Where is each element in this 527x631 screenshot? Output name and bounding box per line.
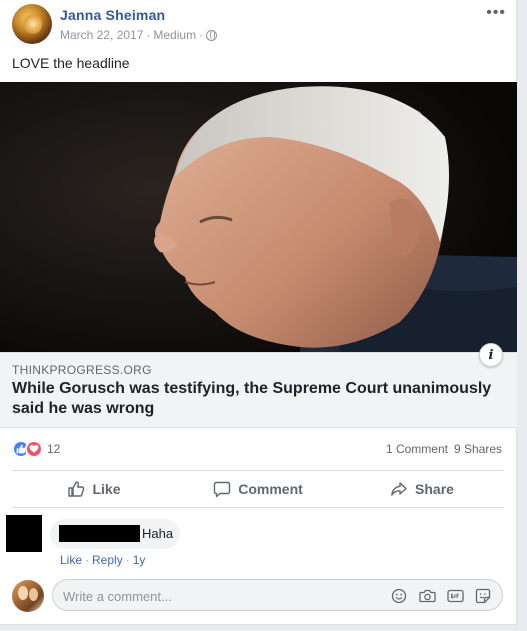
comment-timestamp[interactable]: 1y: [133, 553, 146, 567]
comment-icon: [214, 481, 231, 498]
post-stats: 1 Comment 9 Shares: [386, 442, 502, 456]
comment-actions: Like · Reply · 1y: [60, 553, 145, 567]
more-icon[interactable]: •••: [486, 4, 506, 22]
sticker-icon[interactable]: [474, 587, 492, 605]
share-label: Share: [415, 481, 454, 497]
info-icon[interactable]: i: [479, 343, 503, 367]
comment-separator: ·: [85, 553, 90, 567]
comment-button[interactable]: Comment: [176, 471, 340, 507]
post-meta: March 22, 2017 · Medium ·: [60, 28, 218, 42]
emoji-icon[interactable]: [390, 587, 408, 605]
comment-input[interactable]: [63, 586, 383, 606]
link-preview-info[interactable]: THINKPROGRESS.ORG While Gorusch was test…: [0, 343, 517, 428]
share-button[interactable]: Share: [340, 471, 504, 507]
share-count[interactable]: 9 Shares: [454, 442, 502, 456]
love-reaction-icon: [25, 440, 43, 458]
post-card: Janna Sheiman March 22, 2017 · Medium · …: [0, 0, 517, 625]
comment-reply-link[interactable]: Reply: [92, 553, 123, 567]
comment-bubble: Haha: [50, 519, 180, 549]
reaction-summary[interactable]: 12: [12, 440, 60, 458]
reaction-count[interactable]: 12: [47, 442, 60, 456]
action-bar: Like Comment Share: [12, 470, 504, 508]
link-domain: THINKPROGRESS.ORG: [12, 363, 152, 377]
meta-separator: ·: [199, 28, 204, 42]
portrait-photo: [0, 82, 517, 352]
gif-icon[interactable]: [446, 587, 464, 605]
like-label: Like: [92, 481, 121, 497]
post-header: Janna Sheiman March 22, 2017 · Medium · …: [12, 4, 506, 48]
comment-label: Comment: [238, 481, 303, 497]
globe-icon[interactable]: [206, 29, 218, 41]
post-source[interactable]: Medium: [153, 28, 196, 42]
meta-separator: ·: [146, 28, 151, 42]
comment-count[interactable]: 1 Comment: [386, 442, 448, 456]
comment-like-link[interactable]: Like: [60, 553, 82, 567]
comment-tools: [390, 587, 492, 605]
link-headline[interactable]: While Gorusch was testifying, the Suprem…: [12, 379, 502, 419]
camera-icon[interactable]: [418, 587, 436, 605]
commenter-avatar[interactable]: [6, 515, 42, 552]
like-button[interactable]: Like: [12, 471, 176, 507]
post-text: LOVE the headline: [12, 55, 130, 71]
current-user-avatar[interactable]: [12, 580, 44, 612]
thumbs-up-icon: [68, 481, 85, 497]
comment-separator: ·: [125, 553, 130, 567]
post-date[interactable]: March 22, 2017: [60, 28, 143, 42]
author-name[interactable]: Janna Sheiman: [60, 7, 165, 23]
share-icon: [391, 482, 407, 496]
comment-text: Haha: [142, 526, 174, 541]
author-avatar[interactable]: [12, 4, 52, 44]
commenter-name-redacted: [59, 525, 140, 542]
link-preview-image[interactable]: [0, 82, 517, 352]
write-comment-box[interactable]: [52, 579, 503, 611]
